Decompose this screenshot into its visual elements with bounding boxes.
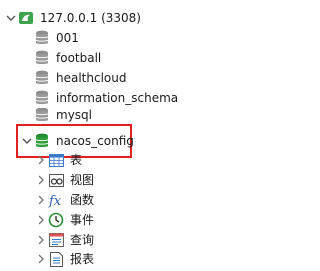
folder-label: 事件: [70, 213, 95, 227]
folder-label: 报表: [70, 252, 95, 266]
database-label: football: [56, 51, 102, 65]
database-node-football[interactable]: football: [34, 48, 101, 68]
folder-node-views[interactable]: 视图: [34, 170, 94, 190]
database-active-icon: [34, 133, 50, 149]
database-icon: [34, 30, 50, 46]
chevron-right-icon[interactable]: [34, 170, 48, 190]
folder-label: 表: [70, 153, 83, 167]
table-icon: [48, 152, 64, 168]
query-icon: [48, 232, 64, 248]
folder-label: 视图: [70, 173, 95, 187]
mysql-dolphin-connection-icon: [18, 10, 34, 26]
chevron-right-icon[interactable]: [34, 230, 48, 250]
svg-text:fx: fx: [48, 194, 62, 208]
folder-label: 查询: [70, 233, 95, 247]
report-icon: [48, 251, 64, 267]
folder-node-tables[interactable]: 表: [34, 150, 82, 170]
database-label: healthcloud: [56, 71, 127, 85]
database-label: 001: [56, 31, 79, 45]
folder-node-events[interactable]: 事件: [34, 210, 94, 230]
chevron-right-icon[interactable]: [34, 150, 48, 170]
database-node-mysql[interactable]: mysql: [34, 108, 92, 122]
folder-node-functions[interactable]: fx 函数: [34, 190, 94, 210]
event-clock-icon: [48, 212, 64, 228]
database-label: nacos_config: [56, 134, 134, 148]
chevron-down-icon[interactable]: [4, 8, 18, 28]
chevron-down-icon[interactable]: [20, 131, 34, 151]
database-icon: [34, 50, 50, 66]
database-node-nacos-config[interactable]: nacos_config: [20, 131, 134, 151]
view-icon: [48, 172, 64, 188]
function-icon: fx: [48, 192, 64, 208]
database-node-information-schema[interactable]: information_schema: [34, 88, 178, 108]
folder-node-reports[interactable]: 报表: [34, 249, 94, 269]
database-node-001[interactable]: 001: [34, 28, 79, 48]
database-label: mysql: [56, 108, 92, 122]
chevron-right-icon[interactable]: [34, 210, 48, 230]
database-icon: [34, 70, 50, 86]
database-icon: [34, 108, 50, 122]
connection-label: 127.0.0.1 (3308): [40, 11, 141, 25]
chevron-right-icon[interactable]: [34, 249, 48, 269]
database-icon: [34, 90, 50, 106]
chevron-right-icon[interactable]: [34, 190, 48, 210]
folder-node-queries[interactable]: 查询: [34, 230, 94, 250]
connection-node[interactable]: 127.0.0.1 (3308): [4, 8, 141, 28]
database-node-healthcloud[interactable]: healthcloud: [34, 68, 126, 88]
folder-label: 函数: [70, 193, 95, 207]
database-label: information_schema: [56, 91, 179, 105]
